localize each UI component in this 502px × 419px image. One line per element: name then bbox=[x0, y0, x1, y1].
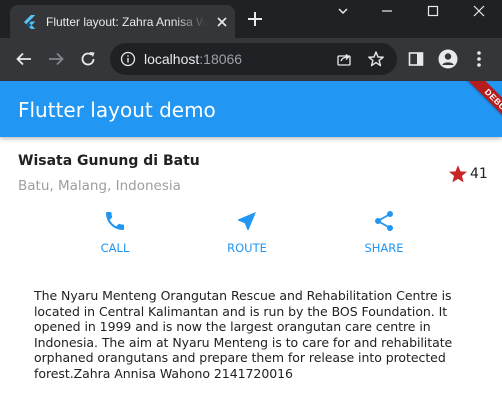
profile-avatar-icon bbox=[438, 49, 458, 69]
url-text[interactable]: localhost:18066 bbox=[144, 51, 242, 67]
profile-button[interactable] bbox=[438, 49, 458, 69]
tab-strip: Flutter layout: Zahra Annisa Wahono bbox=[0, 0, 502, 38]
minimize-icon bbox=[382, 10, 392, 12]
more-vert-icon bbox=[477, 51, 481, 67]
maximize-icon bbox=[427, 5, 439, 17]
place-location: Batu, Malang, Indonesia bbox=[18, 178, 181, 194]
url-port: :18066 bbox=[199, 51, 243, 67]
tab-title: Flutter layout: Zahra Annisa Wahono bbox=[46, 15, 206, 29]
title-section: Wisata Gunung di Batu Batu, Malang, Indo… bbox=[0, 137, 502, 207]
chevron-down-icon bbox=[338, 8, 348, 15]
new-tab-plus-icon[interactable] bbox=[246, 10, 264, 28]
browser-menu-button[interactable] bbox=[469, 49, 489, 69]
browser-tab[interactable]: Flutter layout: Zahra Annisa Wahono bbox=[10, 5, 235, 38]
flutter-logo-icon bbox=[24, 15, 36, 29]
description-text: The Nyaru Menteng Orangutan Rescue and R… bbox=[34, 288, 453, 381]
share-label: SHARE bbox=[364, 241, 404, 255]
minimize-button[interactable] bbox=[364, 0, 410, 22]
address-bar[interactable]: localhost:18066 bbox=[110, 43, 397, 75]
url-host: localhost bbox=[144, 51, 200, 67]
reload-button[interactable] bbox=[78, 49, 98, 69]
call-label: CALL bbox=[100, 241, 130, 255]
route-button[interactable]: ROUTE bbox=[207, 209, 287, 259]
bookmark-star-icon[interactable] bbox=[367, 50, 385, 68]
back-button[interactable] bbox=[14, 49, 34, 69]
near-me-icon bbox=[238, 212, 256, 230]
close-tab-icon[interactable] bbox=[214, 14, 230, 30]
close-icon bbox=[473, 5, 485, 17]
info-icon[interactable] bbox=[120, 51, 136, 67]
star-icon bbox=[449, 165, 467, 183]
call-button[interactable]: CALL bbox=[75, 209, 155, 259]
share-button[interactable]: SHARE bbox=[344, 209, 424, 259]
side-panel-icon bbox=[408, 52, 424, 66]
route-label: ROUTE bbox=[227, 241, 267, 255]
forward-button[interactable] bbox=[46, 49, 66, 69]
browser-toolbar: localhost:18066 bbox=[0, 38, 502, 81]
place-name: Wisata Gunung di Batu bbox=[18, 153, 200, 169]
maximize-button[interactable] bbox=[410, 0, 456, 22]
tab-search-button[interactable] bbox=[320, 0, 366, 22]
rating-count: 41 bbox=[470, 166, 488, 182]
share-page-icon[interactable] bbox=[336, 51, 352, 67]
phone-icon bbox=[106, 212, 124, 230]
share-icon bbox=[375, 211, 393, 231]
close-window-button[interactable] bbox=[456, 0, 502, 22]
side-panel-button[interactable] bbox=[406, 49, 426, 69]
arrow-right-icon bbox=[49, 52, 64, 66]
arrow-left-icon bbox=[16, 52, 31, 66]
reload-icon bbox=[81, 52, 95, 66]
